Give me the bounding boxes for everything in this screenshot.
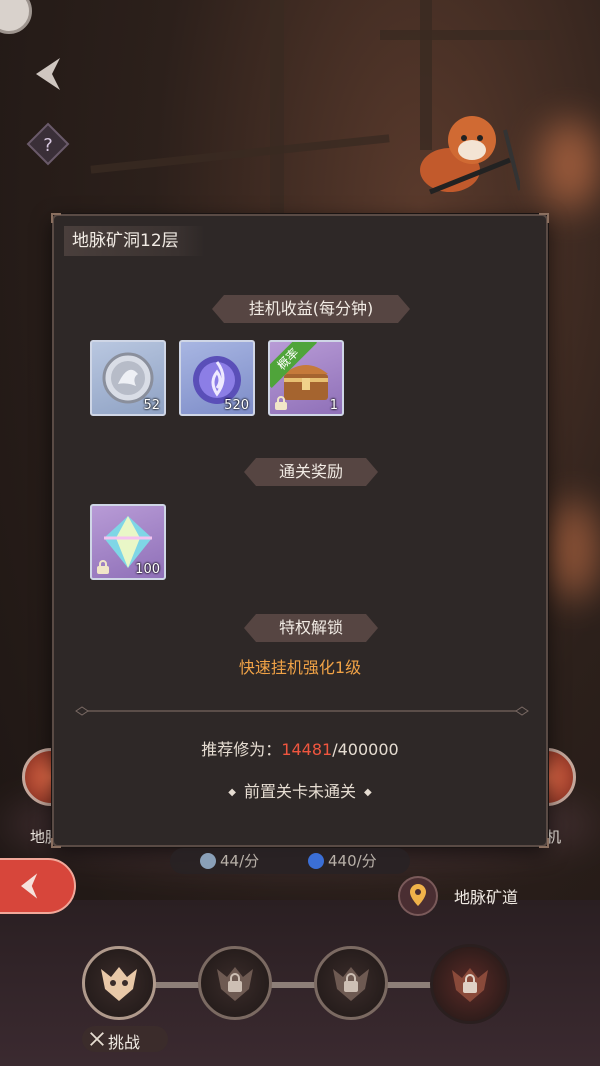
panel-title: 地脉矿洞12层 — [64, 226, 205, 256]
stage-node-current[interactable] — [82, 946, 156, 1020]
silver-coin-small-icon — [200, 853, 216, 869]
rate-coin: 44/分 — [200, 850, 259, 872]
prereq-text: 前置关卡未通关 — [243, 782, 356, 801]
location-label: 地脉矿道 — [454, 888, 519, 907]
lock-icon — [275, 396, 287, 410]
location-pin-icon — [398, 876, 438, 916]
privilege-unlock-text: 快速挂机强化1级 — [238, 658, 362, 677]
privilege-section-label: 特权解锁 — [244, 614, 378, 642]
locked-stage-icon — [217, 967, 253, 1001]
item-rainbow-crystal[interactable]: 100 — [90, 504, 166, 580]
demon-mask-icon — [101, 967, 137, 1001]
location-label-group[interactable]: 地脉矿道 — [398, 876, 598, 916]
stage-node-locked[interactable] — [314, 946, 388, 1020]
locked-stage-icon — [333, 967, 369, 1001]
crossed-swords-icon — [90, 1032, 104, 1046]
ornament-divider — [75, 706, 529, 716]
back-arrow-icon[interactable] — [24, 52, 72, 96]
lock-icon — [97, 560, 109, 574]
svg-text:?: ? — [43, 135, 53, 156]
diamond-bullet-icon: ◆ — [364, 787, 372, 798]
idle-income-section-label: 挂机收益(每分钟) — [212, 295, 410, 323]
item-silver-dragon-coin[interactable]: 52 — [90, 340, 166, 416]
item-count: 520 — [224, 398, 249, 413]
rate-coin-value: 44/分 — [220, 852, 260, 870]
item-count: 52 — [143, 398, 160, 413]
boss-locked-icon — [452, 968, 488, 1002]
prerequisite-status: ◆ 前置关卡未通关 ◆ — [54, 778, 546, 802]
item-spirit-orb[interactable]: 520 — [179, 340, 255, 416]
stage-node-locked[interactable] — [198, 946, 272, 1020]
raccoon-miner-icon — [420, 116, 520, 195]
rate-orb: 440/分 — [308, 850, 377, 872]
stage-node-boss[interactable] — [430, 944, 510, 1024]
item-count: 100 — [135, 562, 160, 577]
recommend-required-value: /400000 — [332, 740, 399, 759]
item-treasure-chest[interactable]: 概率 1 — [268, 340, 344, 416]
challenge-button[interactable]: 挑战 — [82, 1026, 168, 1052]
diamond-bullet-icon: ◆ — [228, 787, 236, 798]
back-arrow-icon — [21, 873, 38, 899]
recommend-current-value: 14481 — [281, 740, 333, 759]
item-count: 1 — [329, 398, 338, 413]
challenge-label: 挑战 — [108, 1033, 141, 1052]
recommend-cultivation: 推荐修为：14481/400000 — [54, 736, 546, 760]
clear-reward-section-label: 通关奖励 — [244, 458, 378, 486]
help-icon[interactable]: ? — [26, 122, 70, 166]
rate-orb-value: 440/分 — [328, 852, 377, 870]
recommend-label: 推荐修为： — [201, 740, 282, 759]
blue-flame-small-icon — [308, 853, 324, 869]
back-button[interactable] — [0, 858, 76, 914]
floor-info-panel: 地脉矿洞12层 挂机收益(每分钟) 52 520 概率 1 通关奖励 100 特… — [51, 213, 549, 848]
